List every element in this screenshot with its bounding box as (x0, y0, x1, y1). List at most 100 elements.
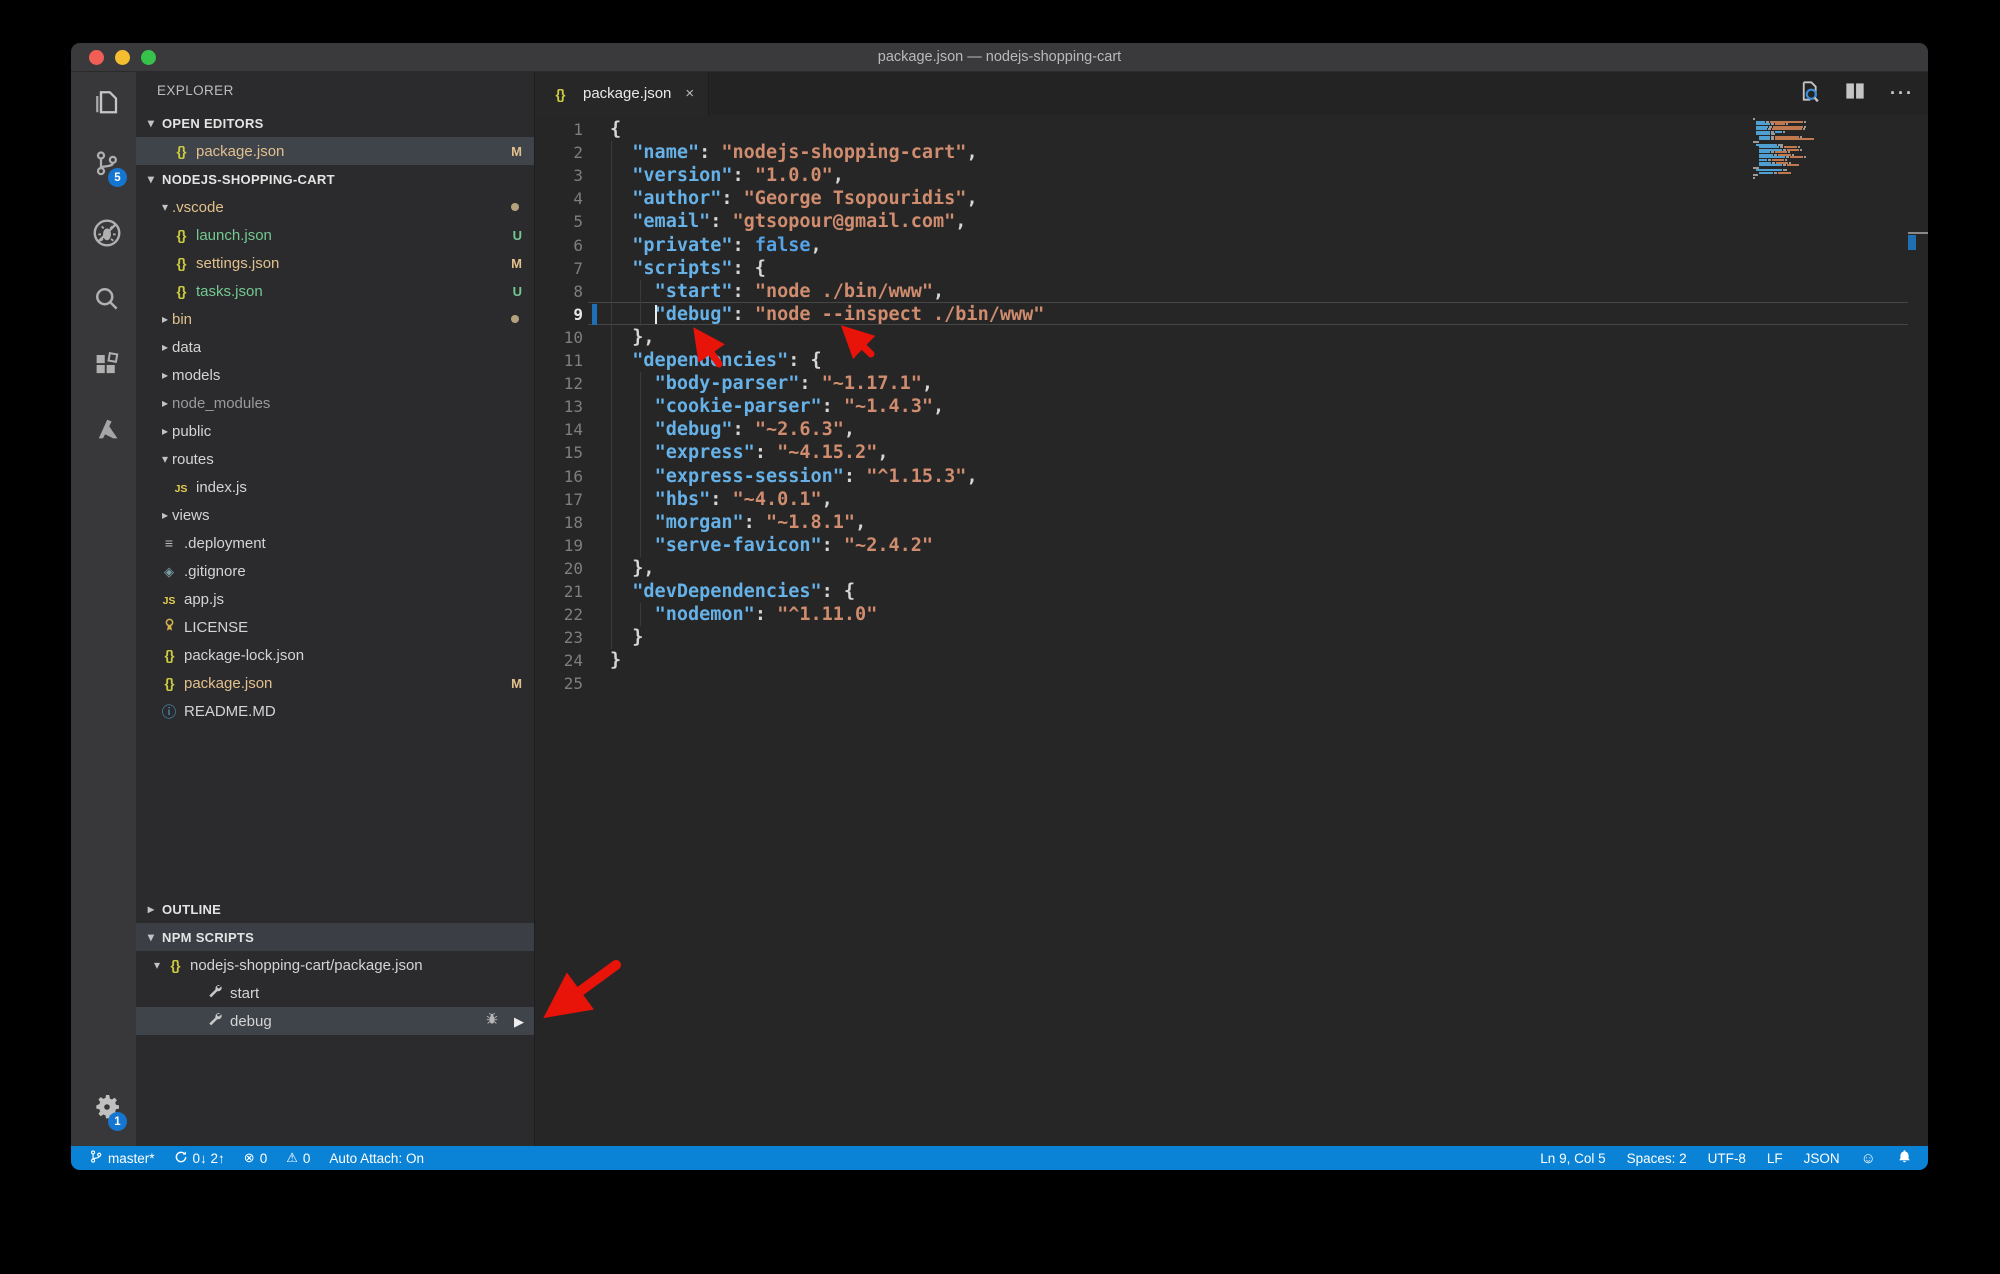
tree-item-package-lock-json[interactable]: {} package-lock.json (136, 641, 534, 669)
git-status-badge: M (511, 675, 522, 691)
activity-item-debug[interactable] (71, 212, 136, 258)
tree-item-models[interactable]: ▸ models (136, 361, 534, 389)
line-number: 15 (563, 443, 583, 463)
code-line[interactable]: 22 "nodemon": "^1.11.0" (535, 603, 1928, 626)
code-text: "body-parser": "~1.17.1", (654, 373, 934, 395)
code-line[interactable]: 4 "author": "George Tsopouridis", (535, 187, 1928, 210)
tree-item--gitignore[interactable]: ◈ .gitignore (136, 557, 534, 585)
tree-item-tasks-json[interactable]: {} tasks.json U (136, 277, 534, 305)
tree-item-license[interactable]: LICENSE (136, 613, 534, 641)
titlebar[interactable]: package.json — nodejs-shopping-cart (71, 43, 1928, 72)
status-0-2[interactable]: 0↓ 2↑ (174, 1150, 225, 1167)
info-file-icon: ⓘ (161, 704, 177, 721)
split-editor-button[interactable] (1842, 78, 1868, 109)
tree-item-data[interactable]: ▸ data (136, 333, 534, 361)
activity-item-azure[interactable] (71, 408, 136, 454)
code-line[interactable]: 24} (535, 649, 1928, 672)
activity-item-manage[interactable]: 1 (71, 1086, 136, 1132)
code-line[interactable]: 1{ (535, 118, 1928, 141)
tree-item--vscode[interactable]: ▾ .vscode (136, 193, 534, 221)
npm-row-actions: ▶ (484, 1011, 524, 1031)
status-0[interactable]: ⚠ 0 (286, 1150, 310, 1166)
line-number: 22 (563, 605, 583, 625)
code-line[interactable]: 14 "debug": "~2.6.3", (535, 418, 1928, 441)
code-area[interactable]: 1{2 "name": "nodejs-shopping-cart", 3 "ve… (535, 115, 1928, 1146)
tree-item-settings-json[interactable]: {} settings.json M (136, 249, 534, 277)
json-braces-icon: {} (176, 282, 187, 299)
tree-item-app-js[interactable]: JS app.js (136, 585, 534, 613)
file-label: models (172, 366, 221, 384)
code-line[interactable]: 17 "hbs": "~4.0.1", (535, 488, 1928, 511)
code-line[interactable]: 12 "body-parser": "~1.17.1", (535, 372, 1928, 395)
code-line[interactable]: 19 "serve-favicon": "~2.4.2" (535, 534, 1928, 557)
npm-package-entry[interactable]: ▾ {} nodejs-shopping-cart/package.json (136, 951, 534, 979)
tree-item-package-json[interactable]: {} package.json M (136, 669, 534, 697)
code-line[interactable]: 13 "cookie-parser": "~1.4.3", (535, 395, 1928, 418)
close-tab-icon[interactable]: × (685, 85, 694, 102)
tree-item-launch-json[interactable]: {} launch.json U (136, 221, 534, 249)
code-text: "scripts": { (632, 257, 766, 279)
code-line[interactable]: 18 "morgan": "~1.8.1", (535, 511, 1928, 534)
activity-item-source-control[interactable]: 5 (71, 142, 136, 188)
tree-item-public[interactable]: ▸ public (136, 417, 534, 445)
code-line[interactable]: 10 }, (535, 326, 1928, 349)
code-line[interactable]: 9 "debug": "node --inspect ./bin/www" (535, 303, 1928, 326)
minimize-window-button[interactable] (115, 49, 130, 65)
status-json[interactable]: JSON (1804, 1151, 1840, 1166)
tree-item-readme-md[interactable]: ⓘ README.MD (136, 697, 534, 725)
code-text: "express-session": "^1.15.3", (654, 465, 978, 487)
line-number: 11 (563, 351, 583, 370)
tab-package-json[interactable]: {} package.json × (535, 72, 710, 115)
open-changes-button[interactable] (1794, 78, 1820, 109)
code-line[interactable]: 25 (535, 672, 1928, 695)
open-editors-header[interactable]: ▾ OPEN EDITORS (136, 109, 534, 137)
status-auto-attach-on[interactable]: Auto Attach: On (329, 1151, 424, 1166)
code-line[interactable]: 23 } (535, 626, 1928, 649)
outline-header[interactable]: ▸ OUTLINE (136, 895, 534, 923)
npm-label: start (230, 984, 260, 1002)
open-editor-item[interactable]: {} package.json M (136, 137, 534, 165)
status-bell[interactable] (1897, 1149, 1912, 1167)
tree-item--deployment[interactable]: ≡ .deployment (136, 529, 534, 557)
code-line[interactable]: 5 "email": "gtsopour@gmail.com", (535, 210, 1928, 233)
status-master[interactable]: master* (89, 1149, 155, 1167)
git-modified-gutter-indicator (592, 303, 597, 325)
status-spaces-2[interactable]: Spaces: 2 (1627, 1151, 1687, 1166)
project-section-header[interactable]: ▾ NODEJS-SHOPPING-CART (136, 165, 534, 193)
activity-item-search[interactable] (71, 277, 136, 323)
status-utf-8[interactable]: UTF-8 (1708, 1151, 1746, 1166)
code-line[interactable]: 15 "express": "~4.15.2", (535, 441, 1928, 464)
tree-item-routes[interactable]: ▾ routes (136, 445, 534, 473)
activity-item-extensions[interactable] (71, 344, 136, 390)
debug-script-button[interactable] (484, 1011, 500, 1031)
activity-item-explorer[interactable] (71, 80, 136, 126)
code-line[interactable]: 8 "start": "node ./bin/www", (535, 280, 1928, 303)
npm-script-start[interactable]: start (136, 979, 534, 1007)
code-line[interactable]: 16 "express-session": "^1.15.3", (535, 465, 1928, 488)
code-line[interactable]: 11 "dependencies": { (535, 349, 1928, 372)
npm-script-debug[interactable]: debug ▶ (136, 1007, 534, 1035)
code-text: "express": "~4.15.2", (654, 442, 889, 464)
status-0[interactable]: ⊗ 0 (244, 1150, 267, 1166)
code-line[interactable]: 6 "private": false, (535, 234, 1928, 257)
chevron-right-icon: ▸ (147, 902, 155, 916)
code-line[interactable]: 2 "name": "nodejs-shopping-cart", (535, 141, 1928, 164)
run-script-button[interactable]: ▶ (514, 1013, 524, 1030)
tree-item-bin[interactable]: ▸ bin (136, 305, 534, 333)
tree-item-node-modules[interactable]: ▸ node_modules (136, 389, 534, 417)
code-line[interactable]: 7 "scripts": { (535, 257, 1928, 280)
status-lf[interactable]: LF (1767, 1151, 1783, 1166)
code-line[interactable]: 21 "devDependencies": { (535, 580, 1928, 603)
zoom-window-button[interactable] (141, 49, 156, 65)
npm-scripts-header[interactable]: ▾ NPM SCRIPTS (136, 923, 534, 951)
line-number: 2 (573, 143, 583, 163)
npm-label: nodejs-shopping-cart/package.json (190, 956, 423, 974)
status-smiley[interactable]: ☺ (1861, 1150, 1876, 1167)
more-actions-button[interactable]: ··· (1890, 83, 1914, 104)
code-line[interactable]: 3 "version": "1.0.0", (535, 164, 1928, 187)
close-window-button[interactable] (89, 49, 104, 65)
code-line[interactable]: 20 }, (535, 557, 1928, 580)
tree-item-views[interactable]: ▸ views (136, 501, 534, 529)
status-ln-9-col-5[interactable]: Ln 9, Col 5 (1540, 1151, 1605, 1166)
tree-item-index-js[interactable]: JS index.js (136, 473, 534, 501)
